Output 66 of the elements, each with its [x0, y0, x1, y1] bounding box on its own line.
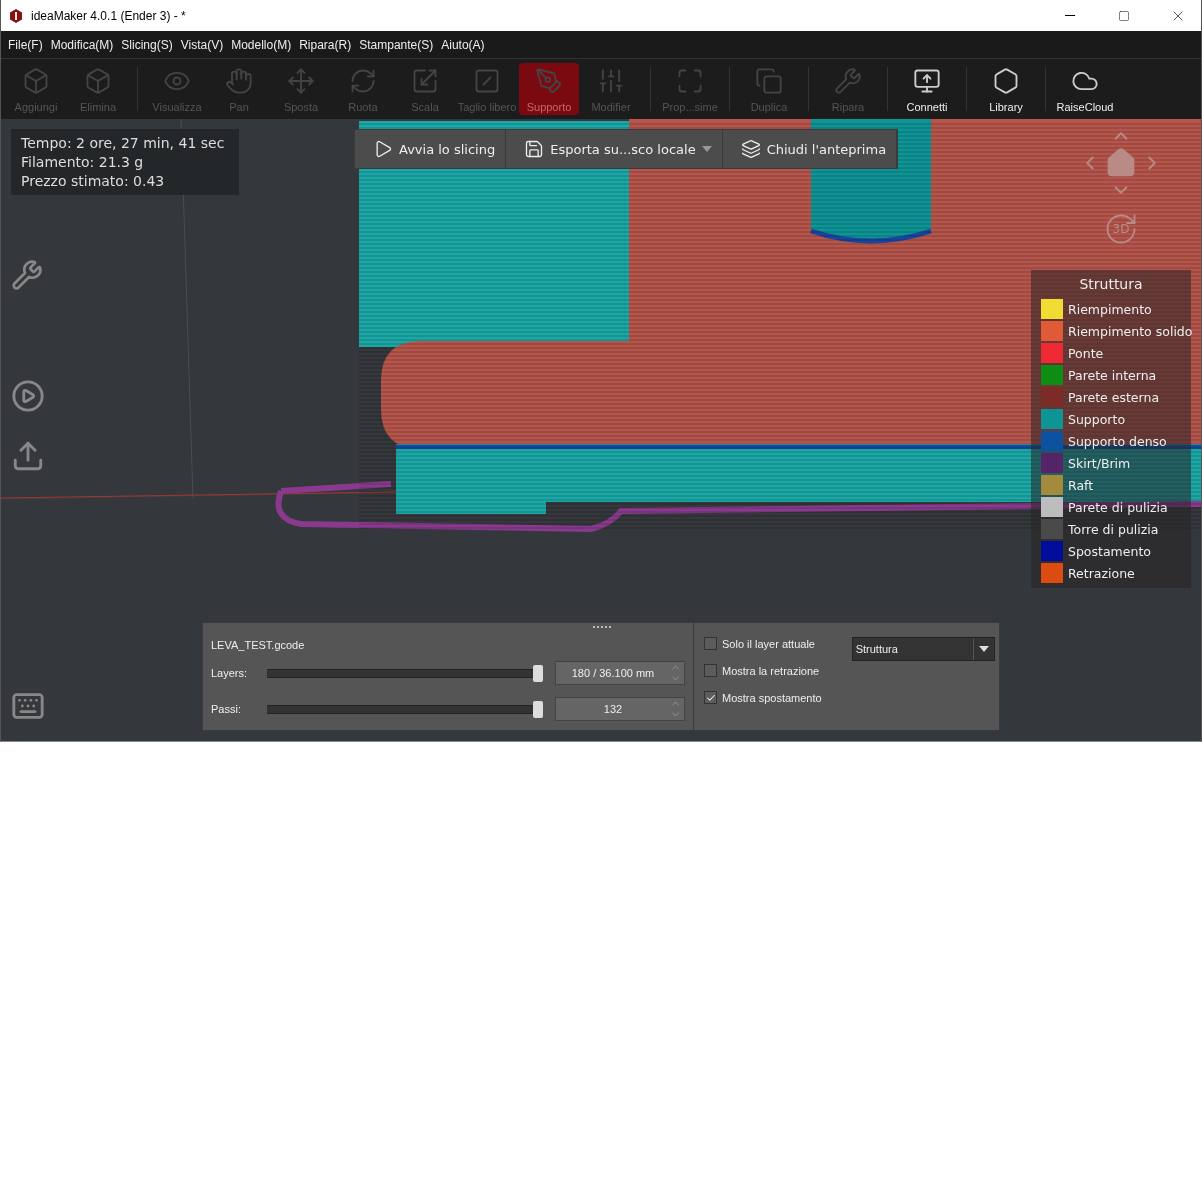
menu-item[interactable]: Stampante(S) [356, 37, 437, 52]
legend-label: Riempimento [1068, 301, 1152, 317]
menu-item[interactable]: Vista(V) [177, 37, 227, 52]
legend-label: Supporto denso [1068, 433, 1167, 449]
cube-icon [84, 67, 112, 95]
legend-label: Supporto [1068, 411, 1126, 427]
spin-box[interactable]: 132 [555, 697, 685, 721]
legend-label: Raft [1068, 477, 1094, 493]
pen-icon [535, 67, 563, 95]
wrench-icon[interactable] [11, 259, 43, 291]
menu-item[interactable]: Aiuto(A) [438, 37, 488, 52]
option-checkbox[interactable]: Mostra la retrazione [704, 664, 822, 677]
cube-icon [22, 67, 50, 95]
menu-item[interactable]: Modifica(M) [47, 37, 117, 52]
legend-title: Struttura [1078, 276, 1144, 292]
toolbar-button[interactable]: RaiseCloud [1055, 63, 1115, 115]
legend-label: Parete esterna [1068, 389, 1160, 405]
spin-box[interactable]: 180 / 36.100 mm [555, 661, 685, 685]
minimize-icon [1065, 15, 1075, 16]
menu-item[interactable]: Slicing(S) [118, 37, 176, 52]
slider-label: Passi: [211, 703, 242, 715]
maximize-icon [1118, 9, 1130, 22]
legend-label: Ponte [1068, 345, 1104, 361]
scale-icon [411, 67, 439, 95]
rotate-icon [349, 67, 377, 95]
legend-label: Retrazione [1068, 565, 1135, 581]
action-button[interactable]: Chiudi l'anteprima [722, 130, 898, 168]
slider-thumb[interactable] [533, 664, 543, 682]
view-mode-dropdown[interactable]: Struttura [851, 637, 995, 661]
info-text: Tempo: 2 ore, 27 min, 41 sec [21, 135, 226, 151]
copy-icon [755, 67, 783, 95]
file-name: LEVA_TEST.gcode [211, 639, 306, 651]
legend-label: Spostamento [1068, 543, 1151, 559]
menu-item[interactable]: Modello(M) [228, 37, 295, 52]
hexagon-icon [992, 67, 1020, 95]
info-text: Prezzo stimato: 0.43 [21, 173, 166, 189]
hand-icon [225, 67, 253, 95]
option-checkbox[interactable]: Solo il layer attuale [704, 637, 822, 650]
toolbar-button[interactable]: Library [976, 63, 1036, 115]
check-icon [705, 692, 716, 703]
legend-label: Parete di pulizia [1068, 499, 1168, 515]
legend-label: Skirt/Brim [1068, 455, 1131, 471]
action-button[interactable]: Esporta su...sco locale [506, 130, 723, 168]
upload-icon[interactable] [11, 439, 45, 473]
layers-icon [740, 139, 761, 159]
option-checkbox[interactable]: Mostra spostamento [704, 691, 822, 704]
monitor-icon [913, 67, 941, 95]
move-icon [287, 67, 315, 95]
info-text: Filamento: 21.3 g [21, 154, 145, 170]
wrench-icon [834, 67, 862, 95]
slider-thumb[interactable] [533, 700, 543, 718]
app-logo-icon [9, 8, 23, 23]
sliders-icon [597, 67, 625, 95]
dropdown-arrow-icon [978, 646, 989, 652]
legend-label: Parete interna [1068, 367, 1157, 383]
menu-item[interactable]: File(F) [5, 37, 46, 52]
window-title: ideaMaker 4.0.1 (Ender 3) - * [31, 8, 187, 23]
menu-item[interactable]: Ripara(R) [296, 37, 355, 52]
play-icon[interactable] [11, 379, 45, 413]
save-icon [524, 139, 545, 159]
expand-icon [676, 67, 704, 95]
legend-label: Riempimento solido [1068, 323, 1193, 339]
legend-label: Torre di pulizia [1068, 521, 1159, 537]
toolbar-button[interactable]: Connetti [897, 63, 957, 115]
action-button[interactable]: Avvia lo slicing [355, 130, 507, 168]
slider-label: Layers: [211, 667, 249, 679]
